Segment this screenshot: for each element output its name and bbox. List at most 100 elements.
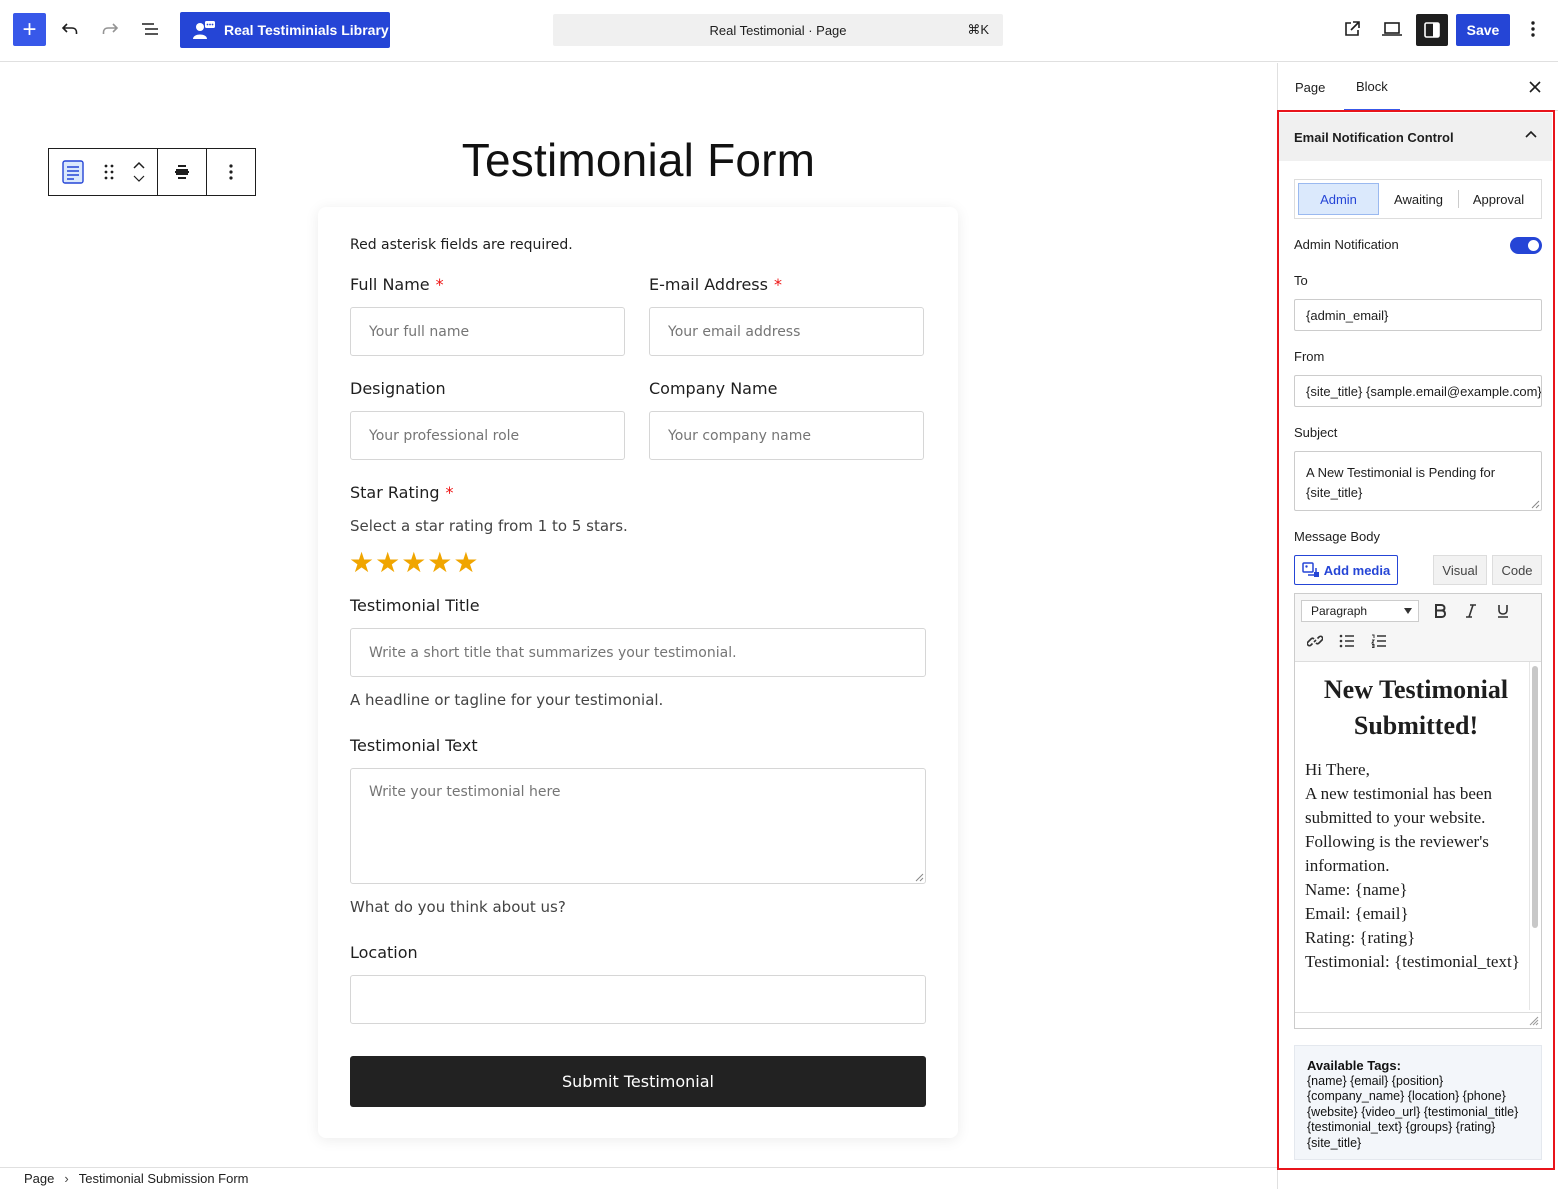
testimonial-text-label: Testimonial Text xyxy=(350,736,478,755)
email-notification-panel-header[interactable]: Email Notification Control xyxy=(1279,113,1552,161)
add-block-button[interactable]: + xyxy=(13,13,46,46)
command-shortcut: ⌘K xyxy=(967,22,989,37)
editor-content[interactable]: New Testimonial Submitted! Hi There, A n… xyxy=(1305,672,1527,974)
add-media-icon xyxy=(1302,562,1319,577)
editor-line: Name: {name} xyxy=(1305,880,1408,899)
list-view-icon xyxy=(142,23,158,35)
designation-label: Designation xyxy=(350,379,446,398)
view-page-button[interactable] xyxy=(1335,12,1369,46)
email-label: E-mail Address * xyxy=(649,275,782,294)
numbered-list-button[interactable] xyxy=(1368,630,1390,652)
add-media-button[interactable]: Add media xyxy=(1294,555,1398,585)
tab-awaiting[interactable]: Awaiting xyxy=(1379,183,1458,215)
to-input[interactable]: {admin_email} xyxy=(1294,299,1542,331)
visual-tab[interactable]: Visual xyxy=(1433,555,1487,585)
submit-testimonial-button[interactable]: Submit Testimonial xyxy=(350,1056,926,1107)
sidebar-icon xyxy=(1424,22,1440,38)
tab-block[interactable]: Block xyxy=(1344,63,1400,111)
redo-button[interactable] xyxy=(93,12,127,46)
panel-title: Email Notification Control xyxy=(1294,129,1454,145)
undo-button[interactable] xyxy=(53,12,87,46)
undo-icon xyxy=(61,23,78,34)
italic-icon xyxy=(1466,604,1476,618)
settings-toggle-button[interactable] xyxy=(1416,14,1448,46)
testimonials-library-button[interactable]: Real Testiminials Library xyxy=(180,12,390,48)
required-asterisk: * xyxy=(773,275,782,294)
breadcrumb-separator: › xyxy=(64,1171,69,1186)
required-asterisk: * xyxy=(445,483,454,502)
location-label: Location xyxy=(350,943,418,962)
bold-button[interactable] xyxy=(1429,600,1451,622)
from-label: From xyxy=(1294,349,1325,364)
tab-page[interactable]: Page xyxy=(1295,63,1325,111)
full-name-label: Full Name * xyxy=(350,275,444,294)
full-name-input[interactable]: Your full name xyxy=(350,307,625,356)
testimonial-text-input[interactable]: Write your testimonial here xyxy=(350,768,926,884)
editor-line: Testimonial: {testimonial_text} xyxy=(1305,952,1520,971)
company-input[interactable]: Your company name xyxy=(649,411,924,460)
more-vertical-icon xyxy=(1531,21,1535,37)
sidebar-tabs: Page Block xyxy=(1278,63,1558,111)
star-rating-label: Star Rating * xyxy=(350,483,454,502)
testimonial-title-input[interactable]: Write a short title that summarizes your… xyxy=(350,628,926,677)
form-title: Testimonial Form xyxy=(461,134,816,186)
command-palette-bar[interactable]: Real Testimonial · Page ⌘K xyxy=(553,14,1003,46)
resize-grip-icon[interactable] xyxy=(1531,500,1540,509)
document-overview-button[interactable] xyxy=(133,12,167,46)
company-label: Company Name xyxy=(649,379,778,398)
email-input[interactable]: Your email address xyxy=(649,307,924,356)
admin-notification-label: Admin Notification xyxy=(1294,237,1399,252)
underline-icon xyxy=(1498,605,1508,618)
breadcrumb-page[interactable]: Page xyxy=(24,1171,54,1186)
designation-input[interactable]: Your professional role xyxy=(350,411,625,460)
bold-icon xyxy=(1435,604,1446,618)
available-tags-list: {name} {email} {position} {company_name}… xyxy=(1307,1073,1519,1150)
editor-body: Hi There, A new testimonial has been sub… xyxy=(1305,758,1527,974)
testimonial-title-label: Testimonial Title xyxy=(350,596,480,615)
textarea-placeholder: Write your testimonial here xyxy=(369,784,561,800)
required-asterisk: * xyxy=(435,275,444,294)
available-tags-box: Available Tags: {name} {email} {position… xyxy=(1294,1045,1542,1160)
device-preview-button[interactable] xyxy=(1375,12,1409,46)
italic-button[interactable] xyxy=(1460,600,1482,622)
library-button-label: Real Testiminials Library xyxy=(224,22,389,38)
subject-input[interactable]: A New Testimonial is Pending for {site_t… xyxy=(1294,451,1542,511)
dropdown-arrow-icon xyxy=(1404,608,1412,614)
breadcrumb: Page › Testimonial Submission Form xyxy=(0,1167,1277,1189)
close-icon xyxy=(1529,81,1541,93)
testimonial-title-help: A headline or tagline for your testimoni… xyxy=(350,691,664,709)
tab-admin[interactable]: Admin xyxy=(1298,183,1379,215)
bullet-list-icon xyxy=(1339,634,1354,648)
admin-notification-toggle[interactable] xyxy=(1510,237,1542,254)
tab-approval[interactable]: Approval xyxy=(1459,183,1538,215)
from-input[interactable]: {site_title} {sample.email@example.com} xyxy=(1294,375,1542,407)
notification-type-tabs: Admin Awaiting Approval xyxy=(1294,179,1542,219)
link-button[interactable] xyxy=(1304,630,1326,652)
available-tags-title: Available Tags: xyxy=(1307,1058,1401,1073)
required-note: Red asterisk fields are required. xyxy=(350,237,573,253)
to-label: To xyxy=(1294,273,1308,288)
save-button[interactable]: Save xyxy=(1456,14,1510,46)
breadcrumb-current[interactable]: Testimonial Submission Form xyxy=(79,1171,249,1186)
testimonial-text-help: What do you think about us? xyxy=(350,898,566,916)
chevron-up-icon[interactable] xyxy=(1524,127,1538,141)
close-sidebar-button[interactable] xyxy=(1523,75,1547,99)
resize-grip-icon[interactable] xyxy=(1529,1016,1539,1026)
add-media-label: Add media xyxy=(1323,562,1391,578)
editor-line: Hi There, xyxy=(1305,760,1370,779)
redo-icon xyxy=(102,23,119,34)
bullet-list-button[interactable] xyxy=(1336,630,1358,652)
code-tab[interactable]: Code xyxy=(1492,555,1542,585)
location-input[interactable] xyxy=(350,975,926,1024)
numbered-list-icon xyxy=(1371,634,1386,648)
external-link-icon xyxy=(1345,21,1360,36)
star-rating-control[interactable]: ★★★★★ xyxy=(349,546,480,579)
editor-heading: New Testimonial Submitted! xyxy=(1323,675,1509,740)
subject-label: Subject xyxy=(1294,425,1338,440)
link-icon xyxy=(1307,635,1323,647)
underline-button[interactable] xyxy=(1492,600,1514,622)
format-select[interactable]: Paragraph xyxy=(1301,600,1419,622)
options-button[interactable] xyxy=(1518,12,1548,46)
editor-scrollbar[interactable] xyxy=(1532,666,1538,928)
resize-grip-icon[interactable] xyxy=(915,873,924,882)
